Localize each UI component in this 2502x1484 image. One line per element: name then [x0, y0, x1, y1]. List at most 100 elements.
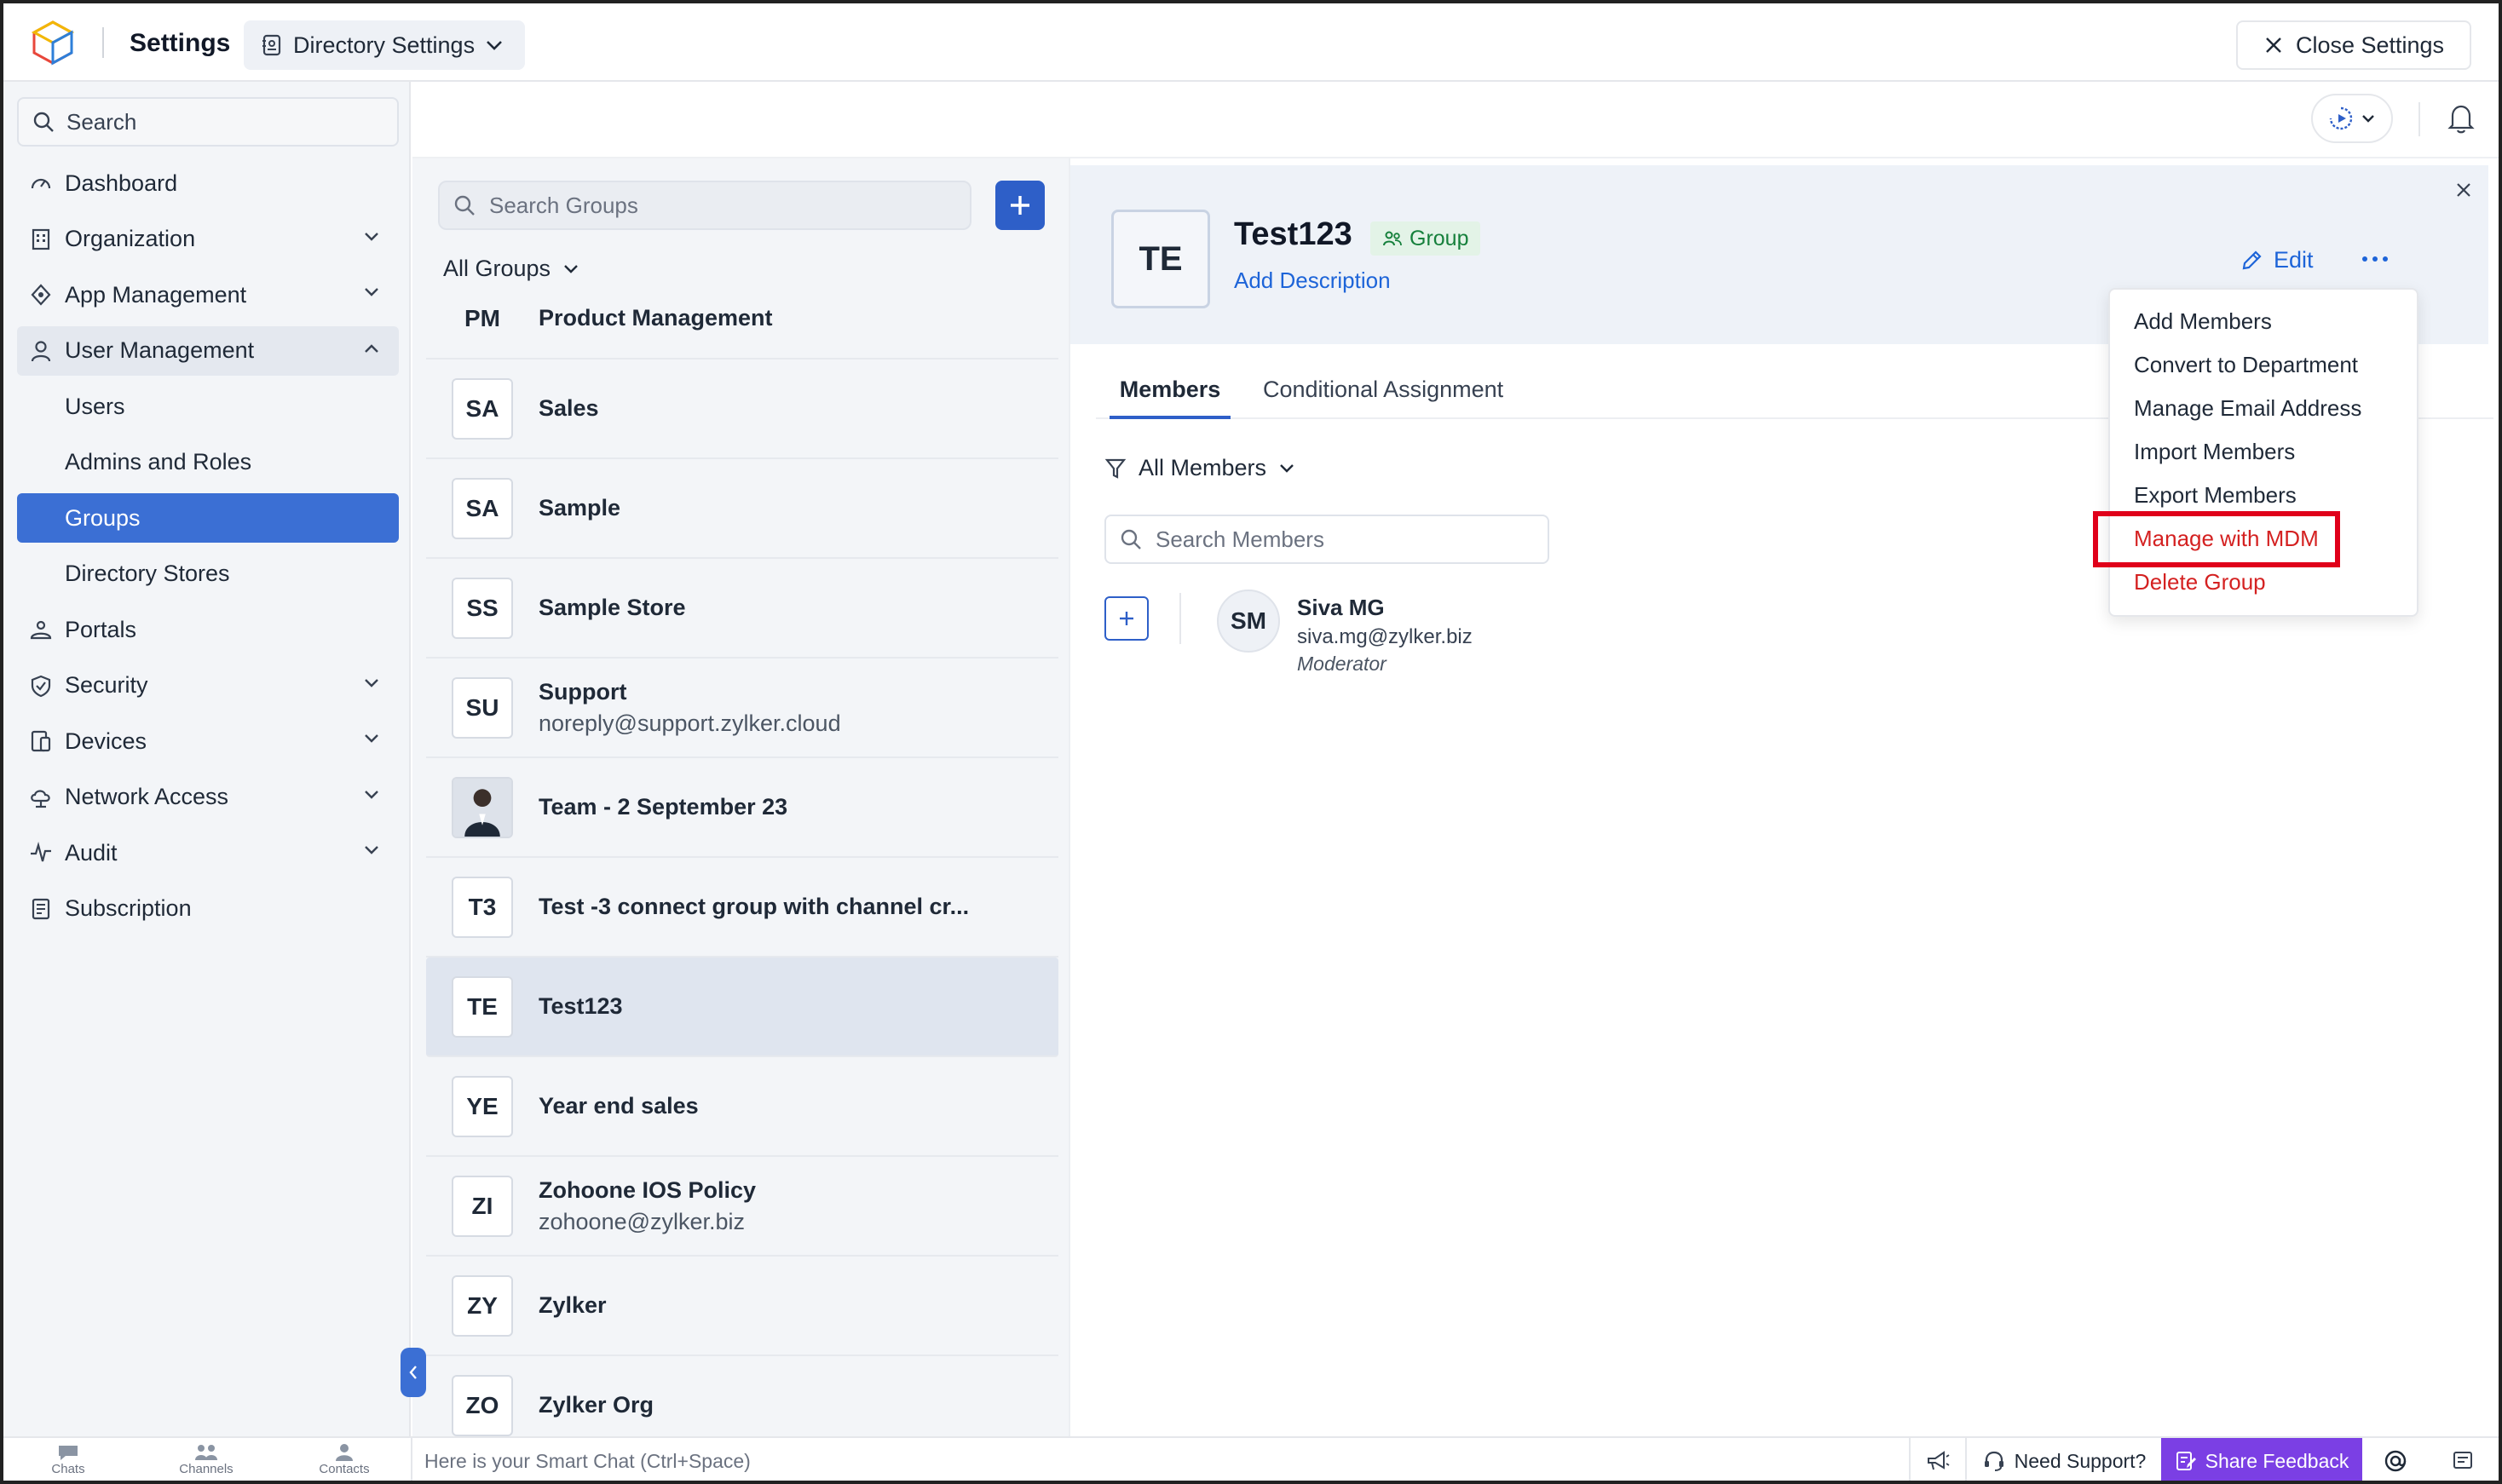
close-icon	[2457, 183, 2470, 197]
list-item[interactable]: ZO Zylker Org	[426, 1356, 1058, 1436]
menu-item-convert-to-department[interactable]: Convert to Department	[2134, 352, 2358, 378]
members-filter-dropdown[interactable]: All Members	[1104, 455, 1295, 481]
sidebar-item-subscription[interactable]: Subscription	[17, 884, 399, 934]
contacts-button[interactable]: Contacts	[310, 1443, 378, 1476]
group-avatar: TE	[452, 975, 513, 1038]
list-item[interactable]: ZI Zohoone IOS Policy zohoone@zylker.biz	[426, 1157, 1058, 1257]
pencil-icon	[2242, 250, 2262, 269]
group-avatar: SS	[452, 577, 513, 639]
group-users-icon	[1383, 231, 1402, 246]
smart-chat-input[interactable]: Here is your Smart Chat (Ctrl+Space)	[411, 1438, 1909, 1484]
group-name: Zohoone IOS Policy	[539, 1176, 757, 1203]
chat-window-icon	[2453, 1452, 2472, 1469]
search-groups-input[interactable]: Search Groups	[438, 181, 971, 230]
sidebar-item-label: Directory Stores	[65, 561, 230, 586]
directory-icon	[262, 34, 281, 56]
sidebar-item-organization[interactable]: Organization	[17, 215, 399, 264]
group-email: zohoone@zylker.biz	[539, 1208, 746, 1234]
chevron-down-icon	[365, 734, 378, 743]
channels-label: Channels	[179, 1462, 233, 1476]
sidebar-item-user-management[interactable]: User Management	[17, 325, 399, 376]
smart-chat-placeholder: Here is your Smart Chat (Ctrl+Space)	[424, 1449, 751, 1472]
zia-button[interactable]	[2362, 1438, 2429, 1484]
collapse-sidebar-button[interactable]	[401, 1348, 426, 1397]
announcement-button[interactable]	[1909, 1438, 1965, 1484]
share-feedback-button[interactable]: Share Feedback	[2161, 1438, 2362, 1484]
sidebar-item-app-management[interactable]: App Management	[17, 270, 399, 319]
sidebar-item-groups[interactable]: Groups	[17, 493, 399, 543]
menu-item-manage-email-address[interactable]: Manage Email Address	[2134, 395, 2361, 422]
add-member-button[interactable]	[1104, 596, 1149, 641]
chat-window-button[interactable]	[2429, 1438, 2497, 1484]
more-options-icon[interactable]	[2361, 254, 2390, 264]
need-support-button[interactable]: Need Support?	[1965, 1438, 2161, 1484]
person-photo-icon	[453, 778, 511, 837]
group-avatar: TE	[1111, 210, 1210, 308]
list-item[interactable]: ZY Zylker	[426, 1257, 1058, 1356]
activity-history-button[interactable]	[2311, 94, 2393, 143]
contacts-label: Contacts	[319, 1462, 370, 1476]
cloud-icon	[31, 789, 50, 808]
sidebar-item-network-access[interactable]: Network Access	[17, 773, 399, 822]
search-icon	[1121, 529, 1141, 549]
sidebar-item-directory-stores[interactable]: Directory Stores	[17, 549, 399, 599]
list-item[interactable]: TE Test123	[426, 958, 1058, 1057]
member-email: siva.mg@zylker.biz	[1297, 625, 1473, 648]
megaphone-icon	[1928, 1451, 1950, 1470]
sidebar-item-label: Portals	[65, 616, 137, 642]
tab-members[interactable]: Members	[1110, 368, 1231, 419]
list-item[interactable]: PM Product Management	[426, 303, 1058, 359]
sidebar-search-placeholder: Search	[66, 108, 137, 135]
list-item[interactable]: SU Support noreply@support.zylker.cloud	[426, 659, 1058, 758]
app-logo-icon[interactable]	[29, 19, 77, 66]
menu-item-import-members[interactable]: Import Members	[2134, 439, 2295, 465]
list-item[interactable]: SA Sales	[426, 359, 1058, 459]
group-name: Test123	[539, 993, 623, 1019]
shield-icon	[31, 675, 51, 697]
directory-settings-select[interactable]: Directory Settings	[244, 20, 525, 70]
list-item[interactable]: Team - 2 September 23	[426, 758, 1058, 858]
chevron-left-icon	[409, 1366, 417, 1379]
close-detail-button[interactable]	[2447, 174, 2480, 206]
add-description-link[interactable]: Add Description	[1234, 267, 1391, 294]
close-settings-button[interactable]: Close Settings	[2236, 20, 2471, 70]
search-members-input[interactable]: Search Members	[1104, 515, 1549, 564]
groups-panel: Search Groups All Groups PM Product Mana…	[412, 158, 1069, 1436]
menu-item-add-members[interactable]: Add Members	[2134, 308, 2272, 335]
sidebar-search-input[interactable]: Search	[17, 97, 399, 147]
chats-button[interactable]: Chats	[34, 1443, 102, 1476]
list-item[interactable]: SA Sample	[426, 459, 1058, 559]
group-avatar: ZI	[452, 1175, 513, 1237]
sidebar-item-devices[interactable]: Devices	[17, 716, 399, 766]
portals-icon	[30, 620, 52, 640]
sidebar-item-admins-and-roles[interactable]: Admins and Roles	[17, 438, 399, 487]
subscription-icon	[32, 898, 50, 919]
member-avatar: SM	[1217, 590, 1280, 653]
chat-icon	[59, 1446, 78, 1460]
sidebar-item-users[interactable]: Users	[17, 382, 399, 431]
list-item[interactable]: T3 Test -3 connect group with channel cr…	[426, 858, 1058, 958]
plus-icon	[1011, 196, 1029, 215]
sidebar-item-label: Subscription	[65, 895, 192, 921]
list-item[interactable]: SS Sample Store	[426, 559, 1058, 659]
bell-icon[interactable]	[2446, 102, 2476, 135]
audit-icon	[31, 841, 51, 862]
chevron-down-icon	[365, 232, 378, 241]
top-bar: Settings Directory Settings Close Settin…	[0, 0, 2502, 82]
menu-item-delete-group[interactable]: Delete Group	[2134, 569, 2266, 595]
sidebar-item-portals[interactable]: Portals	[17, 605, 399, 654]
groups-filter-label: All Groups	[443, 256, 551, 281]
sidebar-item-dashboard[interactable]: Dashboard	[17, 158, 399, 208]
edit-button[interactable]: Edit	[2240, 247, 2314, 273]
add-group-button[interactable]	[995, 181, 1045, 230]
sidebar-item-security[interactable]: Security	[17, 661, 399, 710]
tab-conditional-assignment[interactable]: Conditional Assignment	[1263, 368, 1503, 419]
menu-item-export-members[interactable]: Export Members	[2134, 482, 2297, 509]
groups-filter-dropdown[interactable]: All Groups	[443, 256, 579, 282]
channels-button[interactable]: Channels	[172, 1443, 240, 1476]
search-icon	[33, 112, 54, 132]
chevron-down-icon	[1280, 463, 1294, 473]
plus-icon	[1120, 612, 1133, 625]
sidebar-item-audit[interactable]: Audit	[17, 828, 399, 877]
list-item[interactable]: YE Year end sales	[426, 1057, 1058, 1157]
